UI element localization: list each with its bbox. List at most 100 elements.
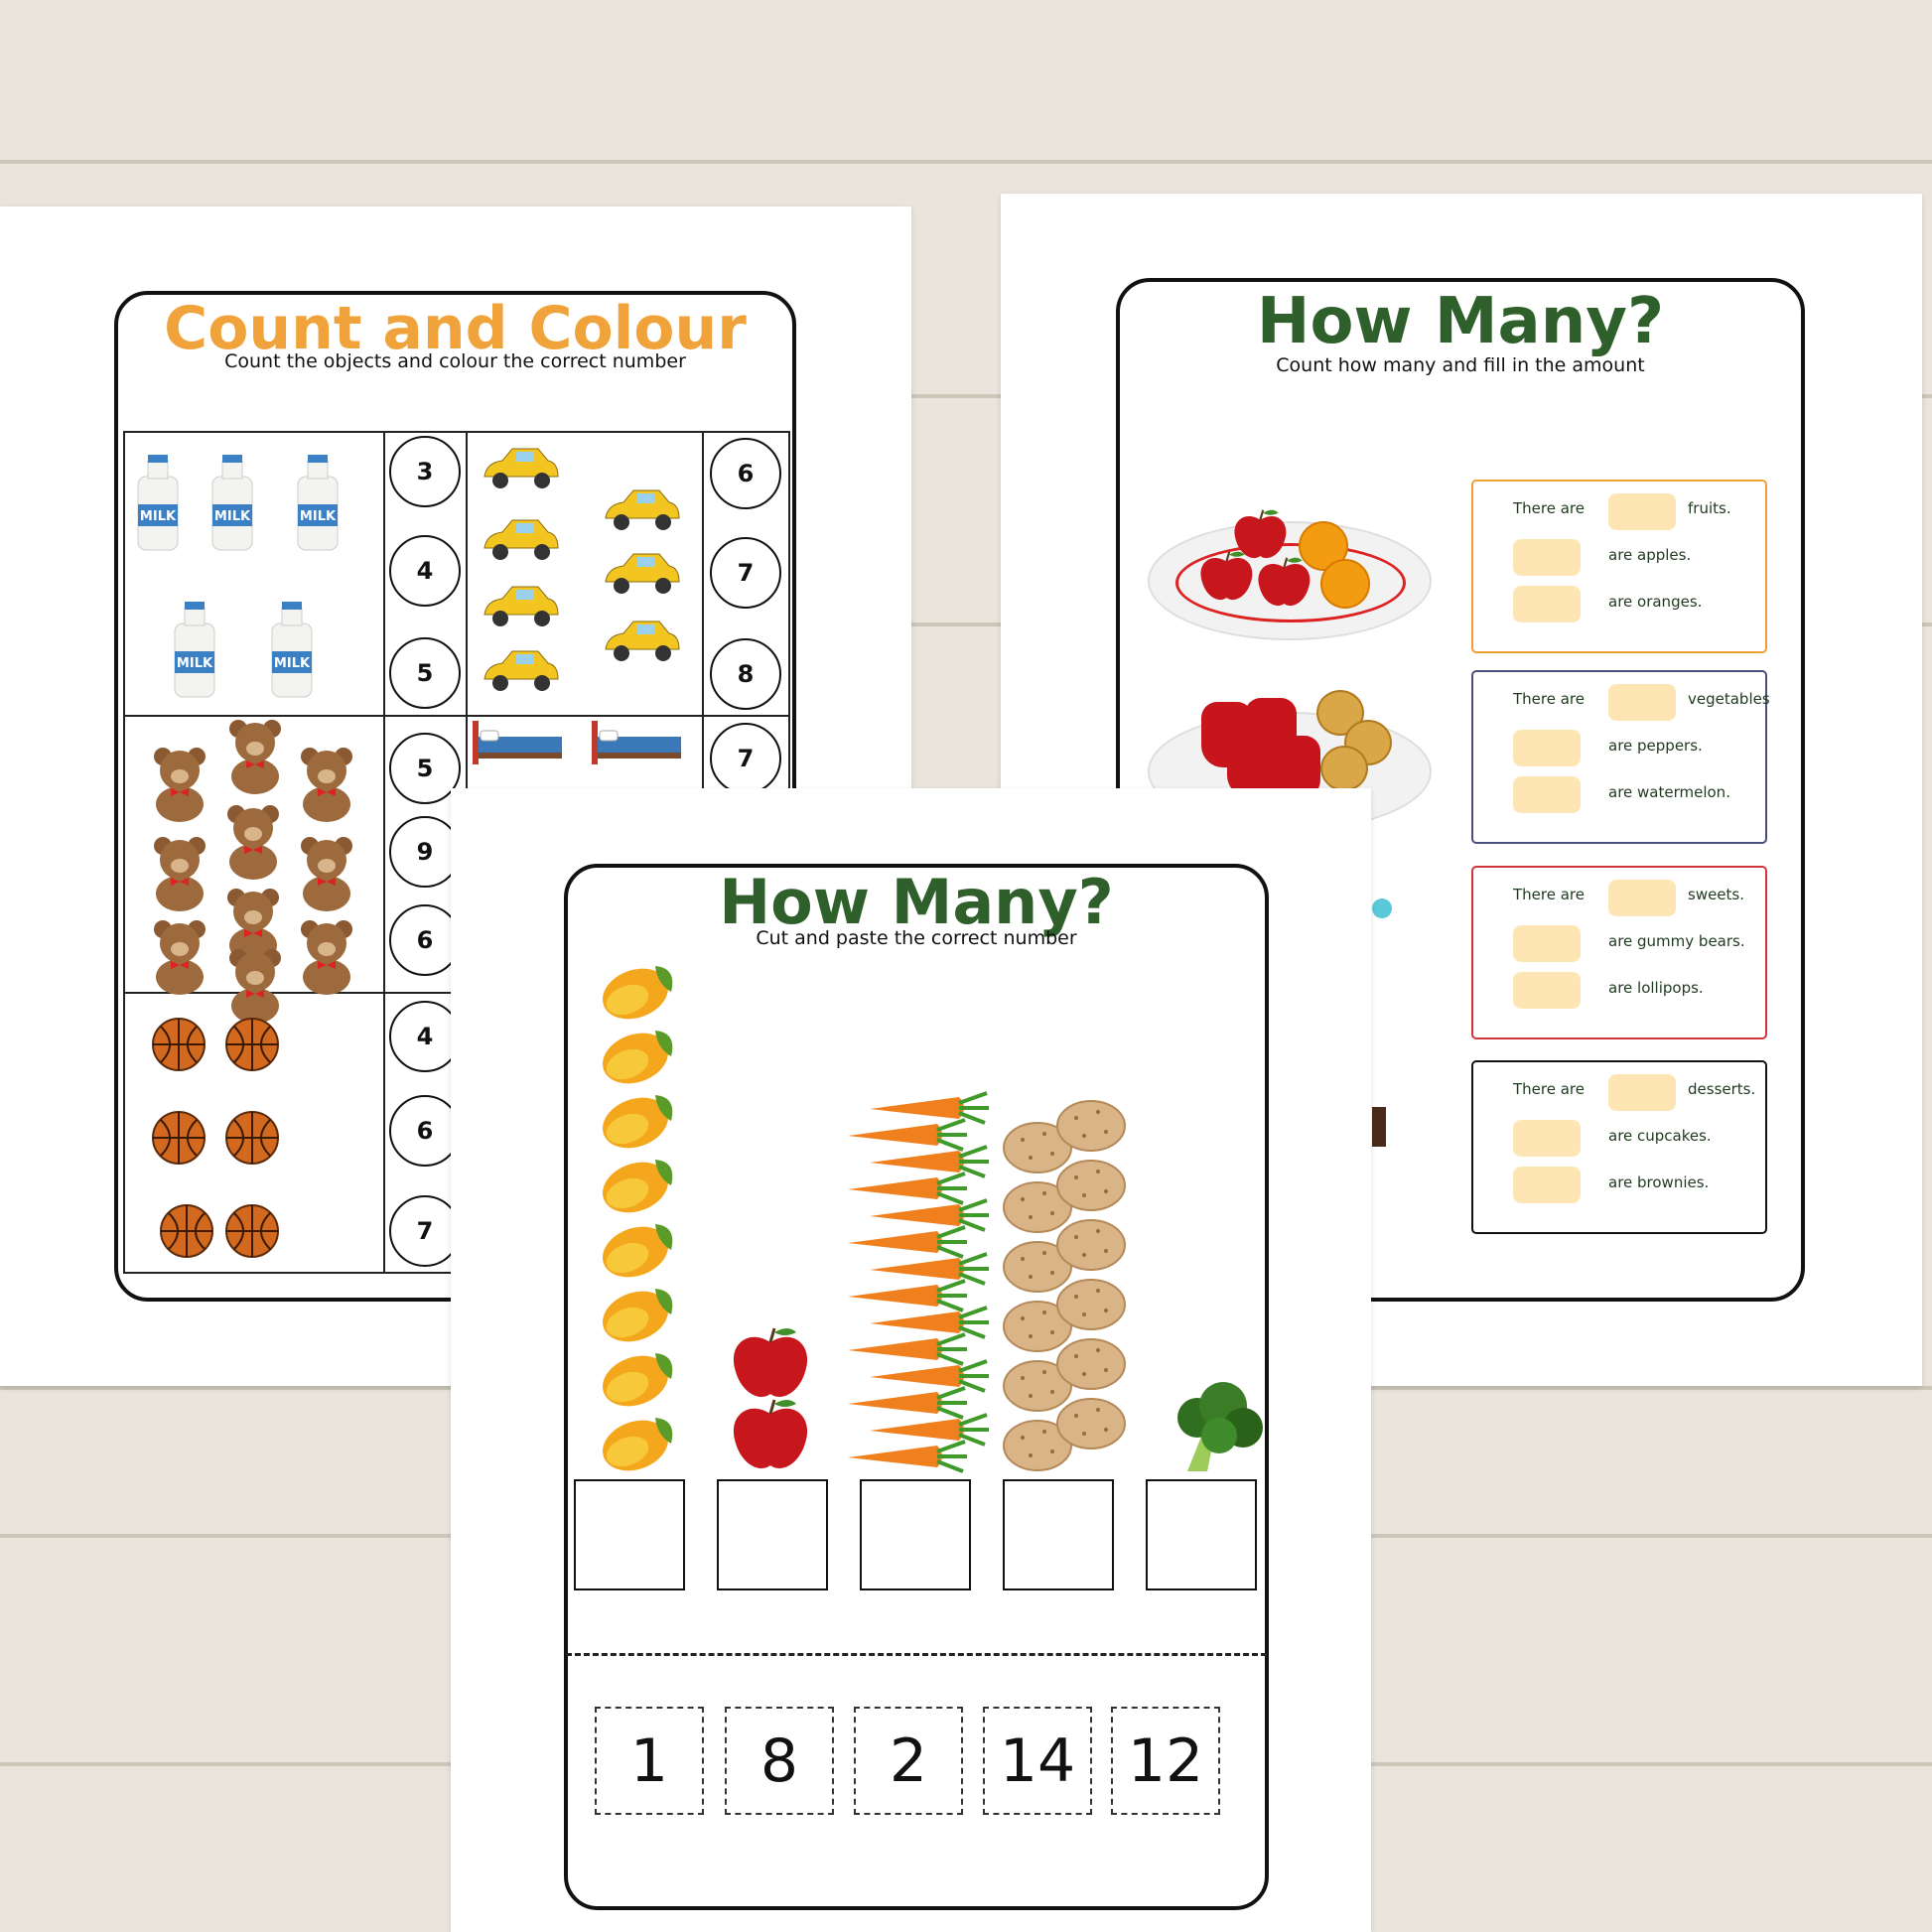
category-label: desserts. (1688, 1080, 1756, 1098)
count-answer-field[interactable] (1513, 1120, 1581, 1157)
car-icon (479, 581, 562, 634)
mango-icon (600, 958, 679, 1026)
wood-plank-line (0, 160, 1932, 164)
cutout-number-card[interactable]: 1 (595, 1707, 704, 1815)
car-icon (479, 514, 562, 568)
total-answer-field[interactable] (1608, 1074, 1676, 1111)
paste-answer-box[interactable] (1003, 1479, 1114, 1590)
basketball-icon (151, 1110, 207, 1170)
car-icon (479, 645, 562, 699)
mango-icon (600, 1087, 679, 1155)
mango-icon (600, 1216, 679, 1284)
worksheet-subtitle: Count how many and fill in the amount (1276, 354, 1645, 376)
item-label: are gummy bears. (1608, 932, 1745, 950)
total-answer-field[interactable] (1608, 880, 1676, 916)
number-option-circle[interactable]: 5 (389, 637, 461, 709)
brownie-icon (1372, 1107, 1386, 1147)
count-answer-field[interactable] (1513, 1167, 1581, 1203)
basketball-icon (224, 1017, 280, 1076)
number-option-circle[interactable]: 8 (710, 638, 781, 710)
fill-in-group: There are vegetables are peppers. are water… (1471, 670, 1770, 844)
number-option-circle[interactable]: 7 (710, 723, 781, 794)
worksheet-title: How Many? (1256, 285, 1665, 358)
basketball-icon (224, 1110, 280, 1170)
number-option-circle[interactable]: 6 (710, 438, 781, 509)
milk-icon: MILK (134, 455, 182, 556)
item-label: are watermelon. (1608, 783, 1730, 801)
count-answer-field[interactable] (1513, 972, 1581, 1009)
svg-text:MILK: MILK (300, 509, 337, 524)
mango-icon (600, 1152, 679, 1219)
cutout-number-card[interactable]: 14 (983, 1707, 1092, 1815)
count-answer-field[interactable] (1513, 776, 1581, 813)
milk-icon: MILK (268, 602, 316, 703)
category-label: fruits. (1688, 499, 1731, 517)
teddy-bear-icon (220, 804, 286, 886)
number-option-circle[interactable]: 4 (389, 535, 461, 607)
teddy-bear-icon (222, 719, 288, 800)
cut-line (566, 1653, 1267, 1656)
item-label: are peppers. (1608, 737, 1703, 755)
item-label: are oranges. (1608, 593, 1703, 611)
car-icon (600, 616, 683, 669)
count-answer-field[interactable] (1513, 925, 1581, 962)
potato-icon (1054, 1098, 1128, 1158)
cut-and-paste-worksheet: How Many? Cut and paste the correct numb… (451, 788, 1371, 1932)
cutout-number-card[interactable]: 12 (1111, 1707, 1220, 1815)
apple-icon (729, 1324, 812, 1406)
there-are-label: There are (1513, 886, 1585, 903)
paste-answer-box[interactable] (574, 1479, 685, 1590)
count-answer-field[interactable] (1513, 730, 1581, 766)
mango-icon (600, 1023, 679, 1090)
mango-icon (600, 1345, 679, 1413)
number-option-circle[interactable]: 3 (389, 436, 461, 507)
item-label: are brownies. (1608, 1173, 1710, 1191)
item-label: are apples. (1608, 546, 1692, 564)
basketball-icon (151, 1017, 207, 1076)
teddy-bear-icon (294, 836, 359, 917)
onion-icon (1320, 746, 1368, 791)
there-are-label: There are (1513, 499, 1585, 517)
cutout-number-card[interactable]: 8 (725, 1707, 834, 1815)
count-answer-field[interactable] (1513, 586, 1581, 622)
total-answer-field[interactable] (1608, 684, 1676, 721)
teddy-bear-icon (294, 919, 359, 1001)
svg-text:MILK: MILK (274, 656, 311, 671)
carrot-icon (870, 1091, 989, 1129)
apple-icon (729, 1396, 812, 1477)
worksheet-subtitle: Cut and paste the correct number (756, 927, 1077, 949)
car-icon (600, 484, 683, 538)
milk-icon: MILK (208, 455, 256, 556)
car-icon (479, 443, 562, 496)
teddy-bear-icon (147, 919, 212, 1001)
number-option-circle[interactable]: 7 (710, 537, 781, 609)
mango-icon (600, 1410, 679, 1477)
there-are-label: There are (1513, 690, 1585, 708)
category-label: sweets. (1688, 886, 1745, 903)
bed-icon (588, 717, 683, 770)
total-answer-field[interactable] (1608, 493, 1676, 530)
teddy-bear-icon (147, 747, 212, 828)
milk-icon: MILK (171, 602, 218, 703)
worksheet-subtitle: Count the objects and colour the correct… (224, 350, 686, 372)
teddy-bear-icon (294, 747, 359, 828)
basketball-icon (159, 1203, 214, 1263)
paste-answer-box[interactable] (717, 1479, 828, 1590)
car-icon (600, 548, 683, 602)
svg-text:MILK: MILK (140, 509, 177, 524)
milk-icon: MILK (294, 455, 342, 556)
svg-text:MILK: MILK (214, 509, 251, 524)
svg-text:MILK: MILK (177, 656, 213, 671)
apple-icon (1255, 555, 1313, 612)
there-are-label: There are (1513, 1080, 1585, 1098)
paste-answer-box[interactable] (860, 1479, 971, 1590)
count-answer-field[interactable] (1513, 539, 1581, 576)
basketball-icon (224, 1203, 280, 1263)
fill-in-group: There are fruits. are apples. are oranges. (1471, 480, 1767, 653)
bed-icon (469, 717, 564, 770)
orange-icon (1320, 559, 1370, 609)
cutout-number-card[interactable]: 2 (854, 1707, 963, 1815)
paste-answer-box[interactable] (1146, 1479, 1257, 1590)
item-label: are lollipops. (1608, 979, 1704, 997)
category-label: vegetables (1688, 690, 1770, 708)
